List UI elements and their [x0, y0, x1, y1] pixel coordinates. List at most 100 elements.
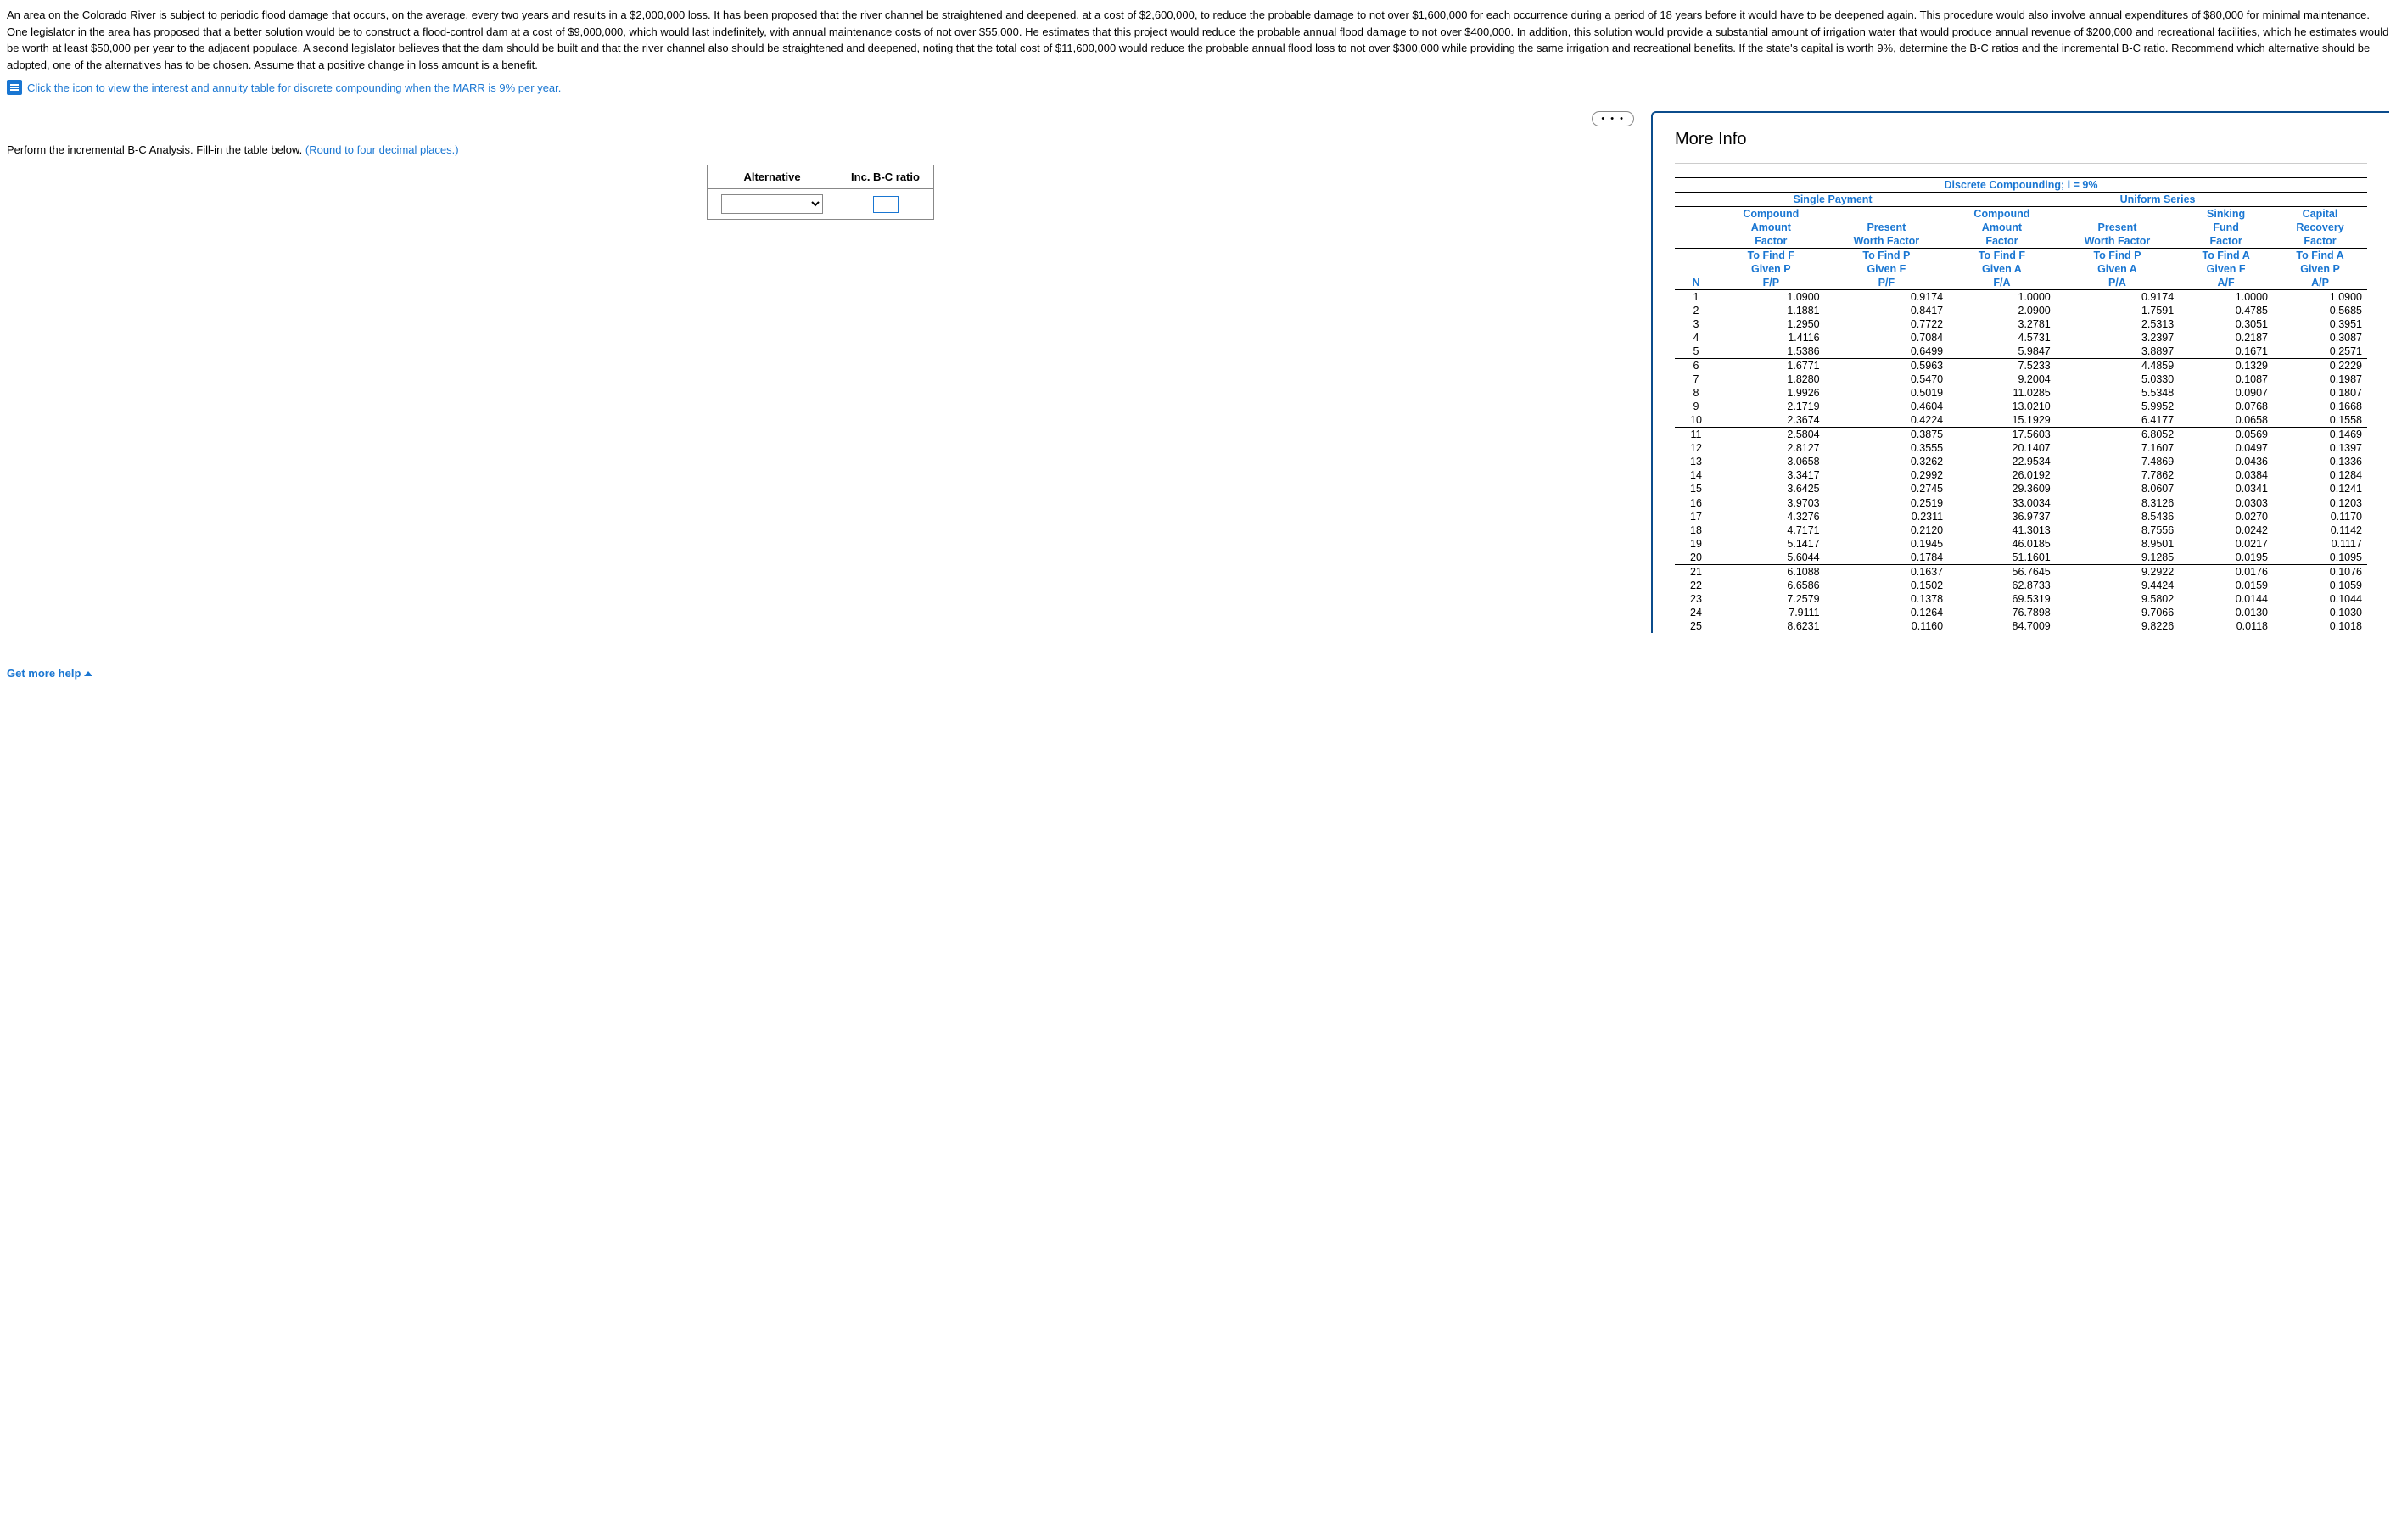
table-cell: 0.4604	[1825, 400, 1948, 413]
table-cell: 0.0384	[2179, 468, 2273, 482]
table-cell: 0.1160	[1825, 619, 1948, 633]
table-cell: 0.0242	[2179, 524, 2273, 537]
table-row: 92.17190.460413.02105.99520.07680.1668	[1675, 400, 2367, 413]
table-cell: 29.3609	[1948, 482, 2056, 496]
h-c4-l5: Given A	[2056, 262, 2179, 276]
table-cell: 25	[1675, 619, 1717, 633]
get-help-label: Get more help	[7, 667, 81, 680]
group-single: Single Payment	[1717, 193, 1948, 207]
table-cell: 0.1284	[2273, 468, 2367, 482]
h-c1-l2: Amount	[1717, 221, 1825, 234]
table-cell: 3.3417	[1717, 468, 1825, 482]
table-row: 174.32760.231136.97378.54360.02700.1170	[1675, 510, 2367, 524]
table-cell: 21	[1675, 565, 1717, 580]
table-cell: 0.1502	[1825, 579, 1948, 592]
h-c6-l3: Factor	[2273, 234, 2367, 249]
table-row: 226.65860.150262.87339.44240.01590.1059	[1675, 579, 2367, 592]
table-cell: 1.7591	[2056, 304, 2179, 317]
table-cell: 36.9737	[1948, 510, 2056, 524]
h-c1-l6: F/P	[1717, 276, 1825, 290]
table-cell: 0.9174	[2056, 290, 2179, 305]
table-row: 247.91110.126476.78989.70660.01300.1030	[1675, 606, 2367, 619]
table-cell: 0.1397	[2273, 441, 2367, 455]
table-cell: 1.5386	[1717, 344, 1825, 359]
h-c5-l2: Fund	[2179, 221, 2273, 234]
table-cell: 7.2579	[1717, 592, 1825, 606]
h-c6-l5: Given P	[2273, 262, 2367, 276]
table-cell: 8.0607	[2056, 482, 2179, 496]
table-cell: 0.1987	[2273, 372, 2367, 386]
table-cell: 0.0270	[2179, 510, 2273, 524]
table-cell: 62.8733	[1948, 579, 2056, 592]
table-cell: 0.1203	[2273, 496, 2367, 511]
table-cell: 0.2519	[1825, 496, 1948, 511]
table-cell: 0.1018	[2273, 619, 2367, 633]
table-cell: 0.2229	[2273, 359, 2367, 373]
problem-text: An area on the Colorado River is subject…	[7, 7, 2389, 73]
table-cell: 0.3051	[2179, 317, 2273, 331]
table-cell: 9.5802	[2056, 592, 2179, 606]
table-cell: 41.3013	[1948, 524, 2056, 537]
table-cell: 3.6425	[1717, 482, 1825, 496]
table-cell: 0.3555	[1825, 441, 1948, 455]
table-cell: 0.2745	[1825, 482, 1948, 496]
table-title: Discrete Compounding; i = 9%	[1675, 178, 2367, 193]
table-cell: 0.0768	[2179, 400, 2273, 413]
table-cell: 0.3875	[1825, 428, 1948, 442]
table-row: 31.29500.77223.27812.53130.30510.3951	[1675, 317, 2367, 331]
ratio-input[interactable]	[873, 196, 898, 213]
table-cell: 51.1601	[1948, 551, 2056, 565]
table-row: 258.62310.116084.70099.82260.01180.1018	[1675, 619, 2367, 633]
table-cell: 0.1170	[2273, 510, 2367, 524]
table-cell: 0.0436	[2179, 455, 2273, 468]
table-cell: 0.2187	[2179, 331, 2273, 344]
table-cell: 7.9111	[1717, 606, 1825, 619]
table-cell: 3.8897	[2056, 344, 2179, 359]
table-link-icon[interactable]	[7, 80, 22, 95]
table-link[interactable]: Click the icon to view the interest and …	[27, 81, 561, 94]
table-cell: 0.0144	[2179, 592, 2273, 606]
table-cell: 11.0285	[1948, 386, 2056, 400]
table-cell: 22.9534	[1948, 455, 2056, 468]
h-c3-l3: Factor	[1948, 234, 2056, 249]
table-cell: 2.5313	[2056, 317, 2179, 331]
table-cell: 0.0130	[2179, 606, 2273, 619]
table-cell: 1.6771	[1717, 359, 1825, 373]
table-cell: 0.1087	[2179, 372, 2273, 386]
more-info-modal: More Info Discrete Compounding; i = 9% S…	[1651, 111, 2389, 633]
table-row: 163.97030.251933.00348.31260.03030.1203	[1675, 496, 2367, 511]
table-cell: 10	[1675, 413, 1717, 428]
table-cell: 7.5233	[1948, 359, 2056, 373]
table-cell: 6	[1675, 359, 1717, 373]
table-cell: 0.5685	[2273, 304, 2367, 317]
table-cell: 22	[1675, 579, 1717, 592]
table-cell: 5	[1675, 344, 1717, 359]
alternative-select[interactable]	[721, 194, 823, 214]
table-cell: 5.6044	[1717, 551, 1825, 565]
group-uniform: Uniform Series	[1948, 193, 2367, 207]
table-cell: 24	[1675, 606, 1717, 619]
h-c2-l4: To Find P	[1825, 249, 1948, 263]
more-options-button[interactable]: • • •	[1592, 111, 1634, 126]
table-cell: 0.3262	[1825, 455, 1948, 468]
table-cell: 8.5436	[2056, 510, 2179, 524]
table-cell: 1.0000	[1948, 290, 2056, 305]
table-cell: 4.7171	[1717, 524, 1825, 537]
table-cell: 1.2950	[1717, 317, 1825, 331]
h-c3-l4: To Find F	[1948, 249, 2056, 263]
table-row: 21.18810.84172.09001.75910.47850.5685	[1675, 304, 2367, 317]
table-cell: 0.6499	[1825, 344, 1948, 359]
table-cell: 9.7066	[2056, 606, 2179, 619]
table-cell: 1.0000	[2179, 290, 2273, 305]
table-cell: 4.4859	[2056, 359, 2179, 373]
table-cell: 0.3087	[2273, 331, 2367, 344]
get-more-help[interactable]: Get more help	[7, 667, 2389, 680]
table-cell: 20.1407	[1948, 441, 2056, 455]
table-cell: 3.2781	[1948, 317, 2056, 331]
table-cell: 0.2311	[1825, 510, 1948, 524]
table-cell: 0.3951	[2273, 317, 2367, 331]
table-cell: 5.5348	[2056, 386, 2179, 400]
table-row: 143.34170.299226.01927.78620.03840.1284	[1675, 468, 2367, 482]
h-c3-l1: Compound	[1948, 207, 2056, 221]
h-c5-l1: Sinking	[2179, 207, 2273, 221]
